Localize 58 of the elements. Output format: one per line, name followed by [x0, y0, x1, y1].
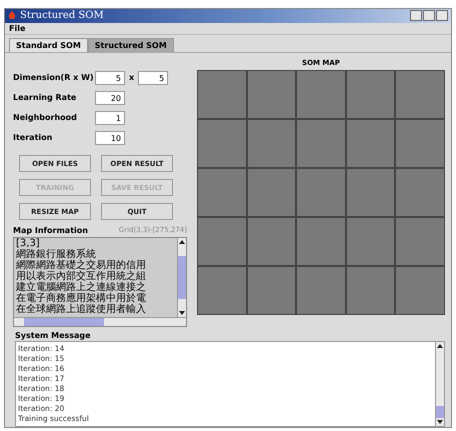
field-label: Neighborhood [13, 113, 78, 122]
up-arrow-icon[interactable] [436, 342, 444, 350]
map-cell[interactable] [346, 120, 394, 167]
map-cell[interactable] [248, 218, 296, 265]
field-label: Learning Rate [13, 93, 78, 102]
input-field[interactable]: 5 [138, 70, 168, 84]
down-arrow-icon[interactable] [178, 309, 186, 317]
tab[interactable]: Standard SOM [9, 38, 88, 52]
map-cell[interactable] [346, 71, 394, 118]
down-arrow-icon[interactable] [436, 418, 444, 426]
section-title: System Message [15, 331, 92, 340]
map-cell[interactable] [248, 71, 296, 118]
list-line: 在全球網路上追蹤使用者輸入 [16, 304, 147, 315]
field-label: Dimension(R x W) [13, 73, 95, 82]
map-cell[interactable] [396, 169, 444, 216]
menu-item[interactable]: File [9, 24, 26, 33]
map-cell[interactable] [297, 267, 345, 314]
map-cell[interactable] [396, 71, 444, 118]
vertical-scrollbar[interactable] [435, 342, 444, 426]
map-cell[interactable] [198, 71, 246, 118]
map-cell[interactable] [198, 120, 246, 167]
map-cell[interactable] [297, 169, 345, 216]
separator-label: x [129, 73, 134, 82]
map-cell[interactable] [346, 218, 394, 265]
list-line: [3,3] [16, 238, 41, 249]
up-arrow-icon[interactable] [178, 238, 186, 246]
map-cell[interactable] [297, 120, 345, 167]
map-cell[interactable] [198, 218, 246, 265]
list-line: 網路銀行服務系統 [16, 249, 96, 260]
map-info-list[interactable]: [3,3] 網路銀行服務系統 網際網路基礎之交易用的信用 用以表示內部交互作用統之組 建立電腦網路上之連線連接之 在電子商務應用架構中用於電 在全球網路上追蹤使用者輸入 [13, 237, 187, 327]
map-cell[interactable] [346, 267, 394, 314]
vertical-scrollbar[interactable] [177, 238, 186, 317]
field-label: Iteration [13, 133, 54, 142]
input-field[interactable]: 10 [95, 130, 125, 144]
input-field[interactable]: 5 [95, 70, 125, 84]
map-cell[interactable] [198, 267, 246, 314]
list-line: 建立電腦網路上之連線連接之 [16, 282, 147, 293]
map-cell[interactable] [248, 267, 296, 314]
map-cell[interactable] [297, 71, 345, 118]
map-cell[interactable] [198, 169, 246, 216]
map-cell[interactable] [297, 218, 345, 265]
map-cell[interactable] [248, 120, 296, 167]
map-cell[interactable] [396, 218, 444, 265]
tab[interactable]: Structured SOM [88, 38, 174, 52]
scroll-thumb[interactable] [436, 406, 444, 418]
window-title: Structured SOM [20, 10, 104, 22]
app-icon [8, 10, 16, 21]
input-field[interactable]: 20 [95, 90, 125, 104]
map-cell[interactable] [396, 267, 444, 314]
section-title: Map Information [13, 226, 88, 235]
map-cell[interactable] [248, 169, 296, 216]
input-field[interactable]: 1 [95, 110, 125, 124]
list-line: 在電子商務應用架構中用於電 [16, 293, 147, 304]
list-line: 網際網路基礎之交易用的信用 [16, 260, 147, 271]
list-line: 用以表示內部交互作用統之組 [16, 271, 147, 282]
map-cell[interactable] [346, 169, 394, 216]
horizontal-scrollbar[interactable] [14, 317, 186, 326]
map-cell[interactable] [396, 120, 444, 167]
